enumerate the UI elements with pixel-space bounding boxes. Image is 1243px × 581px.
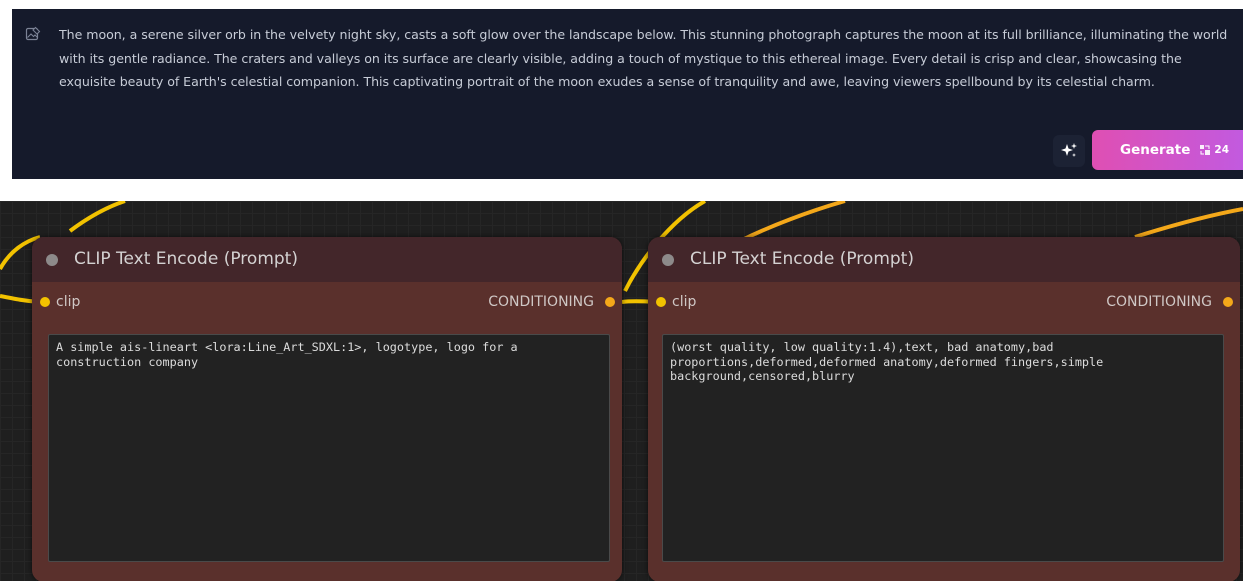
wire-top-right [1134, 207, 1243, 239]
prompt-textarea[interactable]: The moon, a serene silver orb in the vel… [59, 23, 1239, 94]
generate-label: Generate [1120, 142, 1191, 158]
clip-text-encode-node-positive[interactable]: CLIP Text Encode (Prompt) clip CONDITION… [32, 237, 622, 581]
enhance-prompt-button[interactable] [1053, 135, 1085, 167]
node-collapse-dot[interactable] [46, 254, 58, 266]
node-canvas[interactable]: CLIP Text Encode (Prompt) clip CONDITION… [0, 201, 1243, 581]
generate-button[interactable]: Generate 24 [1092, 130, 1243, 170]
credit-icon [1200, 145, 1211, 155]
image-edit-icon [25, 26, 41, 41]
prompt-text-widget[interactable]: (worst quality, low quality:1.4),text, b… [662, 334, 1224, 562]
conditioning-output-label: CONDITIONING [488, 294, 594, 310]
wire-top-left [68, 201, 126, 233]
wire-middle-up2 [739, 201, 846, 243]
node-title: CLIP Text Encode (Prompt) [690, 249, 914, 269]
prompt-text-widget[interactable]: A simple ais-lineart <lora:Line_Art_SDXL… [48, 334, 610, 562]
node-collapse-dot[interactable] [662, 254, 674, 266]
prompt-panel: The moon, a serene silver orb in the vel… [12, 9, 1243, 179]
node-header[interactable]: CLIP Text Encode (Prompt) [32, 237, 622, 282]
conditioning-output-label: CONDITIONING [1106, 294, 1212, 310]
sparkle-icon [1061, 143, 1077, 157]
clip-text-encode-node-negative[interactable]: CLIP Text Encode (Prompt) clip CONDITION… [648, 237, 1240, 581]
node-title: CLIP Text Encode (Prompt) [74, 249, 298, 269]
node-header[interactable]: CLIP Text Encode (Prompt) [648, 237, 1240, 282]
conditioning-output-slot[interactable] [605, 297, 615, 307]
clip-input-slot[interactable] [656, 297, 666, 307]
credit-count: 24 [1214, 144, 1230, 156]
clip-input-label: clip [672, 294, 697, 310]
clip-input-label: clip [56, 294, 81, 310]
clip-input-slot[interactable] [40, 297, 50, 307]
conditioning-output-slot[interactable] [1223, 297, 1233, 307]
